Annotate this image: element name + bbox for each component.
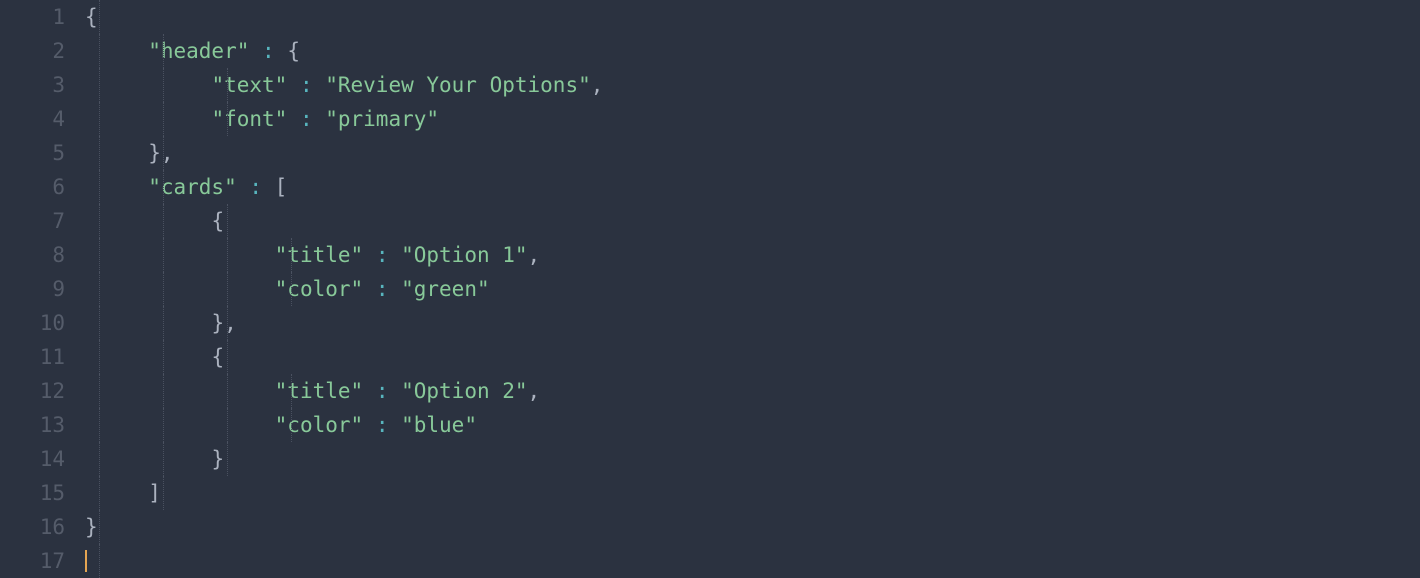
colon: :: [249, 39, 287, 63]
colon: :: [363, 413, 401, 437]
line-number: 5: [0, 136, 65, 170]
brace-close: }: [85, 515, 98, 539]
json-string: "Option 1": [401, 243, 527, 267]
json-key: "title": [275, 243, 364, 267]
line-number: 2: [0, 34, 65, 68]
code-area[interactable]: { "header" : { "text" : "Review Your Opt…: [85, 0, 1420, 578]
json-string: "primary": [325, 107, 439, 131]
json-key: "text": [211, 73, 287, 97]
colon: :: [363, 379, 401, 403]
brace-open: {: [211, 209, 224, 233]
code-line[interactable]: "color" : "blue": [85, 408, 1420, 442]
json-key: "title": [275, 379, 364, 403]
code-line[interactable]: "cards" : [: [85, 170, 1420, 204]
line-number: 11: [0, 340, 65, 374]
json-key: "color": [275, 277, 364, 301]
line-number: 6: [0, 170, 65, 204]
colon: :: [287, 107, 325, 131]
brace-open: {: [287, 39, 300, 63]
line-number: 7: [0, 204, 65, 238]
code-line[interactable]: }: [85, 510, 1420, 544]
code-line[interactable]: },: [85, 306, 1420, 340]
json-key: "color": [275, 413, 364, 437]
code-line[interactable]: }: [85, 442, 1420, 476]
line-number: 17: [0, 544, 65, 578]
code-line[interactable]: {: [85, 0, 1420, 34]
json-string: "Option 2": [401, 379, 527, 403]
text-cursor-icon: [85, 550, 87, 572]
bracket-close: ]: [148, 481, 161, 505]
line-number: 14: [0, 442, 65, 476]
code-line[interactable]: },: [85, 136, 1420, 170]
code-line[interactable]: "text" : "Review Your Options",: [85, 68, 1420, 102]
code-line[interactable]: "header" : {: [85, 34, 1420, 68]
code-line[interactable]: [85, 544, 1420, 578]
brace-open: {: [85, 5, 98, 29]
code-line[interactable]: ]: [85, 476, 1420, 510]
line-number: 1: [0, 0, 65, 34]
json-string: "blue": [401, 413, 477, 437]
brace-open: {: [211, 345, 224, 369]
comma: ,: [224, 311, 237, 335]
code-editor[interactable]: 1 2 3 4 5 6 7 8 9 10 11 12 13 14 15 16 1…: [0, 0, 1420, 578]
json-key: "cards": [148, 175, 237, 199]
code-line[interactable]: "title" : "Option 2",: [85, 374, 1420, 408]
brace-close: }: [211, 447, 224, 471]
code-line[interactable]: "color" : "green": [85, 272, 1420, 306]
line-number: 8: [0, 238, 65, 272]
line-number: 3: [0, 68, 65, 102]
line-number: 16: [0, 510, 65, 544]
bracket-open: [: [275, 175, 288, 199]
line-number-gutter: 1 2 3 4 5 6 7 8 9 10 11 12 13 14 15 16 1…: [0, 0, 85, 578]
colon: :: [237, 175, 275, 199]
line-number: 9: [0, 272, 65, 306]
colon: :: [363, 243, 401, 267]
line-number: 4: [0, 102, 65, 136]
line-number: 10: [0, 306, 65, 340]
brace-close: }: [148, 141, 161, 165]
line-number: 13: [0, 408, 65, 442]
comma: ,: [528, 243, 541, 267]
colon: :: [287, 73, 325, 97]
line-number: 12: [0, 374, 65, 408]
colon: :: [363, 277, 401, 301]
json-key: "font": [211, 107, 287, 131]
brace-close: }: [211, 311, 224, 335]
code-line[interactable]: {: [85, 204, 1420, 238]
code-line[interactable]: "font" : "primary": [85, 102, 1420, 136]
json-string: "green": [401, 277, 490, 301]
code-line[interactable]: "title" : "Option 1",: [85, 238, 1420, 272]
comma: ,: [591, 73, 604, 97]
comma: ,: [528, 379, 541, 403]
code-line[interactable]: {: [85, 340, 1420, 374]
line-number: 15: [0, 476, 65, 510]
json-string: "Review Your Options": [325, 73, 591, 97]
